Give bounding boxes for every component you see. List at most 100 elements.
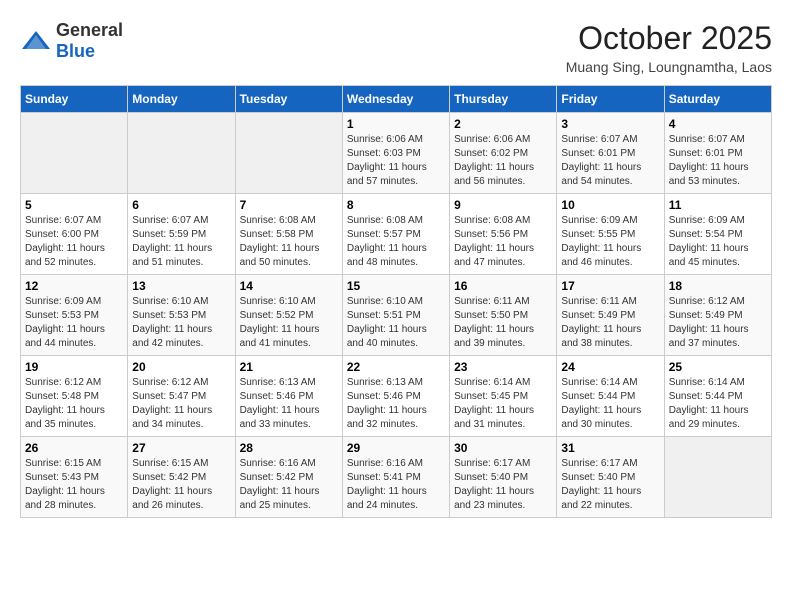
day-detail: Sunrise: 6:09 AMSunset: 5:54 PMDaylight:… <box>669 214 767 270</box>
day-number: 23 <box>454 360 552 374</box>
weekday-header-wednesday: Wednesday <box>342 86 449 113</box>
logo-general: General <box>56 20 123 40</box>
calendar-cell: 25Sunrise: 6:14 AMSunset: 5:44 PMDayligh… <box>664 356 771 437</box>
calendar-cell: 24 Sunrise: 6:14 AMSunset: 5:44 PMDayligh… <box>557 356 664 437</box>
day-detail: Sunrise: 6:14 AMSunset: 5:45 PMDaylight:… <box>454 376 552 432</box>
day-number: 7 <box>240 198 338 212</box>
day-detail: Sunrise: 6:13 AMSunset: 5:46 PMDaylight:… <box>240 376 338 432</box>
day-number: 16 <box>454 279 552 293</box>
logo-icon <box>20 29 52 53</box>
day-number: 2 <box>454 117 552 131</box>
day-detail: Sunrise: 6:06 AMSunset: 6:03 PMDaylight:… <box>347 133 445 189</box>
title-area: October 2025 Muang Sing, Loungnamtha, La… <box>566 20 772 75</box>
day-number: 25 <box>669 360 767 374</box>
day-number: 19 <box>25 360 123 374</box>
day-detail: Sunrise: 6:08 AMSunset: 5:58 PMDaylight:… <box>240 214 338 270</box>
day-detail: Sunrise: 6:15 AMSunset: 5:42 PMDaylight:… <box>132 457 230 513</box>
calendar-cell: 22 Sunrise: 6:13 AMSunset: 5:46 PMDayligh… <box>342 356 449 437</box>
calendar-cell: 20Sunrise: 6:12 AMSunset: 5:47 PMDayligh… <box>128 356 235 437</box>
weekday-header-tuesday: Tuesday <box>235 86 342 113</box>
day-detail: Sunrise: 6:12 AMSunset: 5:49 PMDaylight:… <box>669 295 767 351</box>
day-detail: Sunrise: 6:09 AMSunset: 5:53 PMDaylight:… <box>25 295 123 351</box>
calendar-cell: 26Sunrise: 6:15 AMSunset: 5:43 PMDayligh… <box>21 437 128 518</box>
day-number: 27 <box>132 441 230 455</box>
day-detail: Sunrise: 6:10 AMSunset: 5:52 PMDaylight:… <box>240 295 338 351</box>
day-detail: Sunrise: 6:11 AMSunset: 5:50 PMDaylight:… <box>454 295 552 351</box>
day-number: 24 <box>561 360 659 374</box>
day-detail: Sunrise: 6:09 AMSunset: 5:55 PMDaylight:… <box>561 214 659 270</box>
logo-blue: Blue <box>56 41 95 61</box>
calendar-cell: 23 Sunrise: 6:14 AMSunset: 5:45 PMDayligh… <box>450 356 557 437</box>
calendar-cell: 13Sunrise: 6:10 AMSunset: 5:53 PMDayligh… <box>128 275 235 356</box>
weekday-header-saturday: Saturday <box>664 86 771 113</box>
day-detail: Sunrise: 6:17 AMSunset: 5:40 PMDaylight:… <box>454 457 552 513</box>
calendar-cell: 18 Sunrise: 6:12 AMSunset: 5:49 PMDayligh… <box>664 275 771 356</box>
day-number: 12 <box>25 279 123 293</box>
day-detail: Sunrise: 6:07 AMSunset: 6:00 PMDaylight:… <box>25 214 123 270</box>
week-row-5: 26Sunrise: 6:15 AMSunset: 5:43 PMDayligh… <box>21 437 772 518</box>
day-number: 6 <box>132 198 230 212</box>
calendar-cell: 15Sunrise: 6:10 AMSunset: 5:51 PMDayligh… <box>342 275 449 356</box>
day-detail: Sunrise: 6:16 AMSunset: 5:42 PMDaylight:… <box>240 457 338 513</box>
calendar-cell <box>664 437 771 518</box>
day-number: 8 <box>347 198 445 212</box>
week-row-3: 12 Sunrise: 6:09 AMSunset: 5:53 PMDayligh… <box>21 275 772 356</box>
calendar-cell: 29 Sunrise: 6:16 AMSunset: 5:41 PMDayligh… <box>342 437 449 518</box>
day-detail: Sunrise: 6:10 AMSunset: 5:53 PMDaylight:… <box>132 295 230 351</box>
day-detail: Sunrise: 6:16 AMSunset: 5:41 PMDaylight:… <box>347 457 445 513</box>
day-number: 21 <box>240 360 338 374</box>
calendar-cell: 21 Sunrise: 6:13 AMSunset: 5:46 PMDayligh… <box>235 356 342 437</box>
calendar-cell: 31 Sunrise: 6:17 AMSunset: 5:40 PMDayligh… <box>557 437 664 518</box>
calendar-table: SundayMondayTuesdayWednesdayThursdayFrid… <box>20 85 772 518</box>
calendar-cell: 1 Sunrise: 6:06 AMSunset: 6:03 PMDaylight… <box>342 113 449 194</box>
day-detail: Sunrise: 6:14 AMSunset: 5:44 PMDaylight:… <box>561 376 659 432</box>
day-number: 20 <box>132 360 230 374</box>
calendar-cell: 16 Sunrise: 6:11 AMSunset: 5:50 PMDayligh… <box>450 275 557 356</box>
weekday-header-friday: Friday <box>557 86 664 113</box>
calendar-cell: 12 Sunrise: 6:09 AMSunset: 5:53 PMDayligh… <box>21 275 128 356</box>
day-detail: Sunrise: 6:12 AMSunset: 5:48 PMDaylight:… <box>25 376 123 432</box>
day-number: 1 <box>347 117 445 131</box>
calendar-cell: 2 Sunrise: 6:06 AMSunset: 6:02 PMDaylight… <box>450 113 557 194</box>
day-number: 14 <box>240 279 338 293</box>
day-number: 10 <box>561 198 659 212</box>
day-number: 9 <box>454 198 552 212</box>
weekday-header-thursday: Thursday <box>450 86 557 113</box>
calendar-cell: 7 Sunrise: 6:08 AMSunset: 5:58 PMDaylight… <box>235 194 342 275</box>
week-row-1: 1 Sunrise: 6:06 AMSunset: 6:03 PMDaylight… <box>21 113 772 194</box>
day-detail: Sunrise: 6:08 AMSunset: 5:57 PMDaylight:… <box>347 214 445 270</box>
calendar-cell: 3Sunrise: 6:07 AMSunset: 6:01 PMDaylight… <box>557 113 664 194</box>
day-number: 31 <box>561 441 659 455</box>
day-number: 15 <box>347 279 445 293</box>
day-number: 5 <box>25 198 123 212</box>
weekday-header-row: SundayMondayTuesdayWednesdayThursdayFrid… <box>21 86 772 113</box>
calendar-cell: 4Sunrise: 6:07 AMSunset: 6:01 PMDaylight… <box>664 113 771 194</box>
day-detail: Sunrise: 6:06 AMSunset: 6:02 PMDaylight:… <box>454 133 552 189</box>
day-detail: Sunrise: 6:07 AMSunset: 5:59 PMDaylight:… <box>132 214 230 270</box>
calendar-cell: 11 Sunrise: 6:09 AMSunset: 5:54 PMDayligh… <box>664 194 771 275</box>
day-number: 11 <box>669 198 767 212</box>
week-row-4: 19 Sunrise: 6:12 AMSunset: 5:48 PMDayligh… <box>21 356 772 437</box>
calendar-cell: 17Sunrise: 6:11 AMSunset: 5:49 PMDayligh… <box>557 275 664 356</box>
calendar-cell <box>235 113 342 194</box>
page-header: General Blue October 2025 Muang Sing, Lo… <box>20 20 772 75</box>
day-number: 26 <box>25 441 123 455</box>
location-subtitle: Muang Sing, Loungnamtha, Laos <box>566 59 772 75</box>
calendar-cell: 6 Sunrise: 6:07 AMSunset: 5:59 PMDaylight… <box>128 194 235 275</box>
calendar-cell: 5 Sunrise: 6:07 AMSunset: 6:00 PMDaylight… <box>21 194 128 275</box>
day-number: 29 <box>347 441 445 455</box>
calendar-cell: 27 Sunrise: 6:15 AMSunset: 5:42 PMDayligh… <box>128 437 235 518</box>
day-detail: Sunrise: 6:08 AMSunset: 5:56 PMDaylight:… <box>454 214 552 270</box>
weekday-header-sunday: Sunday <box>21 86 128 113</box>
calendar-cell: 9 Sunrise: 6:08 AMSunset: 5:56 PMDaylight… <box>450 194 557 275</box>
day-number: 22 <box>347 360 445 374</box>
day-number: 17 <box>561 279 659 293</box>
calendar-cell: 14 Sunrise: 6:10 AMSunset: 5:52 PMDayligh… <box>235 275 342 356</box>
weekday-header-monday: Monday <box>128 86 235 113</box>
day-detail: Sunrise: 6:13 AMSunset: 5:46 PMDaylight:… <box>347 376 445 432</box>
day-detail: Sunrise: 6:17 AMSunset: 5:40 PMDaylight:… <box>561 457 659 513</box>
day-detail: Sunrise: 6:07 AMSunset: 6:01 PMDaylight:… <box>669 133 767 189</box>
day-number: 3 <box>561 117 659 131</box>
logo: General Blue <box>20 20 123 62</box>
day-number: 18 <box>669 279 767 293</box>
